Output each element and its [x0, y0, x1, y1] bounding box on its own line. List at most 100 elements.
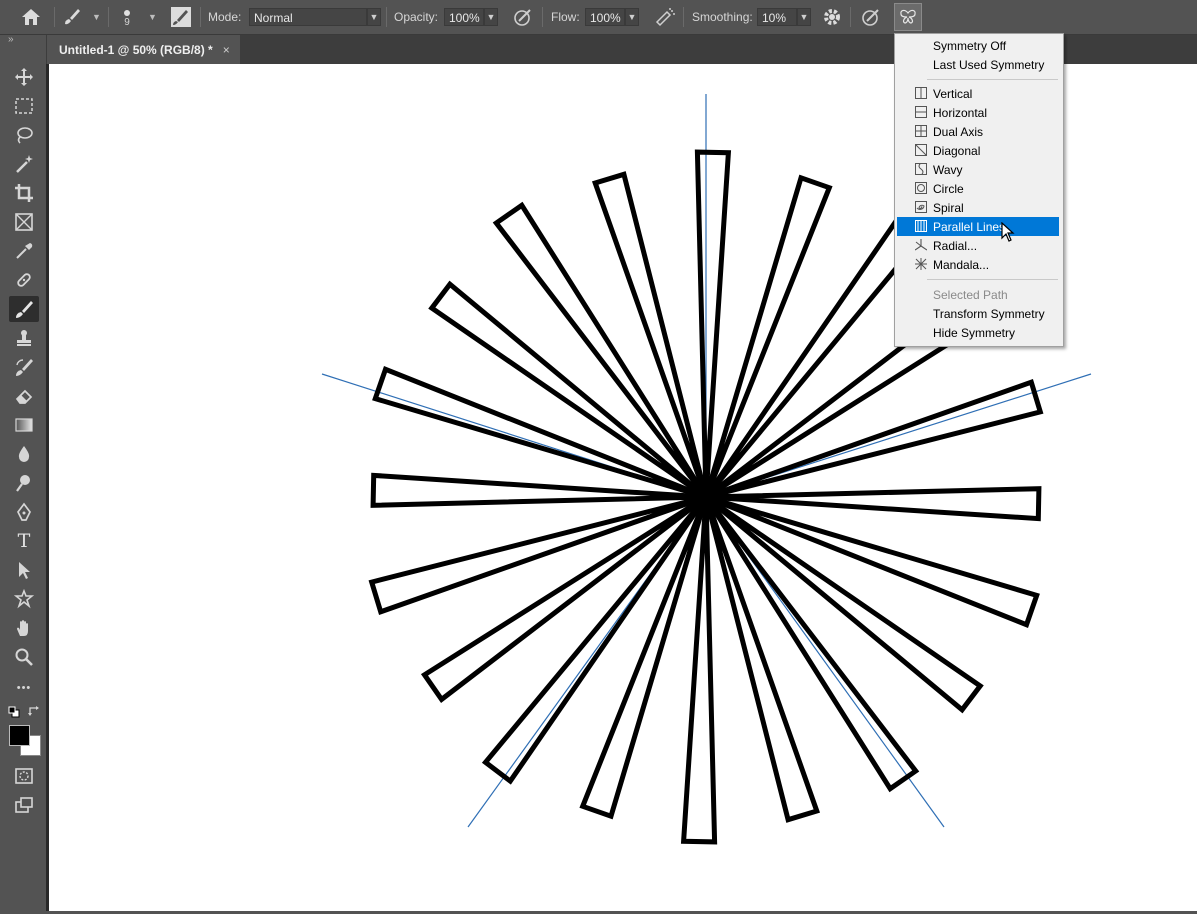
- menu-item-label: Dual Axis: [933, 124, 984, 139]
- menu-item-label: Horizontal: [933, 105, 988, 120]
- frame-icon[interactable]: [9, 209, 39, 235]
- eyedropper-icon[interactable]: [9, 238, 39, 264]
- brush-size-chevron-icon[interactable]: ▼: [148, 0, 157, 34]
- menu-item-label: Circle: [933, 181, 964, 196]
- menu-item-label: Wavy: [933, 162, 963, 177]
- vertical-symmetry-icon: [915, 87, 927, 99]
- menu-item-last-used-symmetry[interactable]: Last Used Symmetry: [897, 55, 1059, 74]
- menu-item-symmetry-off[interactable]: Symmetry Off: [897, 36, 1059, 55]
- menu-item-radial[interactable]: Radial...: [897, 236, 1059, 255]
- menu-item-label: Hide Symmetry: [933, 325, 1016, 340]
- mouse-cursor-icon: [1001, 222, 1015, 242]
- mode-select[interactable]: Normal: [249, 8, 367, 26]
- brush-preset-icon[interactable]: [62, 0, 82, 34]
- menu-item-parallel-lines[interactable]: Parallel Lines: [897, 217, 1059, 236]
- menu-item-hide-symmetry[interactable]: Hide Symmetry: [897, 323, 1059, 342]
- gradient-icon[interactable]: [9, 412, 39, 438]
- opacity-label: Opacity:: [394, 10, 439, 24]
- options-bar: ▼ 9 ▼ Mode: Normal ▼ Opacity: 100% ▼ Flo…: [0, 0, 1197, 35]
- healing-brush-icon[interactable]: [9, 267, 39, 293]
- menu-item-label: Symmetry Off: [933, 38, 1007, 53]
- opacity-field[interactable]: 100%: [444, 8, 484, 26]
- path-selection-icon[interactable]: [9, 557, 39, 583]
- radial-icon: [915, 239, 927, 251]
- lasso-icon[interactable]: [9, 122, 39, 148]
- default-colors-icon[interactable]: [8, 706, 20, 721]
- flow-label: Flow:: [551, 10, 580, 24]
- airbrush-icon[interactable]: [653, 0, 677, 34]
- butterfly-icon: [900, 9, 916, 24]
- document-tab-title: Untitled-1 @ 50% (RGB/8) *: [59, 42, 213, 57]
- mode-chevron-icon[interactable]: ▼: [367, 8, 381, 26]
- document-tab[interactable]: Untitled-1 @ 50% (RGB/8) * ×: [47, 35, 240, 64]
- panel-expand-icon[interactable]: »: [8, 34, 14, 45]
- menu-item-dual-axis[interactable]: Dual Axis: [897, 122, 1059, 141]
- menu-item-label: Mandala...: [933, 257, 990, 272]
- pressure-size-icon[interactable]: [860, 0, 882, 34]
- blur-icon[interactable]: [9, 441, 39, 467]
- shape-icon[interactable]: [9, 586, 39, 612]
- menu-item-transform-symmetry[interactable]: Transform Symmetry: [897, 304, 1059, 323]
- menu-item-wavy[interactable]: Wavy: [897, 160, 1059, 179]
- marquee-icon[interactable]: [9, 93, 39, 119]
- brush-icon[interactable]: [9, 296, 39, 322]
- home-icon[interactable]: [20, 0, 42, 34]
- swap-colors-icon[interactable]: [28, 705, 42, 720]
- opacity-chevron-icon[interactable]: ▼: [484, 8, 498, 26]
- menu-item-label: Selected Path: [933, 287, 1008, 302]
- brush-tip-icon: [124, 10, 130, 16]
- more-tools-icon[interactable]: •••: [9, 675, 39, 701]
- move-icon[interactable]: [9, 64, 39, 90]
- horizontal-symmetry-icon: [915, 106, 927, 118]
- smoothing-field[interactable]: 10%: [757, 8, 797, 26]
- eraser-icon[interactable]: [9, 383, 39, 409]
- brush-size-picker[interactable]: 9: [124, 0, 130, 34]
- menu-item-vertical[interactable]: Vertical: [897, 84, 1059, 103]
- menu-item-mandala[interactable]: Mandala...: [897, 255, 1059, 274]
- menu-item-label: Parallel Lines: [933, 219, 1006, 234]
- brush-size-value: 9: [124, 17, 130, 28]
- smoothing-label: Smoothing:: [692, 10, 753, 24]
- mandala-icon: [915, 258, 927, 270]
- type-tool[interactable]: T: [9, 528, 39, 554]
- menu-item-label: Radial...: [933, 238, 978, 253]
- menu-item-diagonal[interactable]: Diagonal: [897, 141, 1059, 160]
- foreground-color-swatch[interactable]: [9, 725, 30, 746]
- brush-settings-panel-icon[interactable]: [170, 0, 192, 34]
- quick-mask-icon[interactable]: [9, 763, 39, 789]
- menu-item-label: Transform Symmetry: [933, 306, 1045, 321]
- close-tab-icon[interactable]: ×: [223, 43, 230, 57]
- pressure-opacity-icon[interactable]: [512, 0, 534, 34]
- spiral-icon: [915, 201, 927, 213]
- menu-divider: [927, 279, 1058, 280]
- clone-stamp-icon[interactable]: [9, 325, 39, 351]
- menu-item-spiral[interactable]: Spiral: [897, 198, 1059, 217]
- brush-preset-chevron-icon[interactable]: ▼: [92, 0, 101, 34]
- hand-icon[interactable]: [9, 615, 39, 641]
- circle-icon: [915, 182, 927, 194]
- flow-field[interactable]: 100%: [585, 8, 625, 26]
- menu-item-horizontal[interactable]: Horizontal: [897, 103, 1059, 122]
- tools-panel: » T •••: [0, 34, 47, 911]
- pen-icon[interactable]: [9, 499, 39, 525]
- screen-mode-icon[interactable]: [9, 792, 39, 818]
- flow-chevron-icon[interactable]: ▼: [625, 8, 639, 26]
- wavy-icon: [915, 163, 927, 175]
- gear-icon[interactable]: [822, 0, 842, 34]
- dodge-icon[interactable]: [9, 470, 39, 496]
- mode-label: Mode:: [208, 10, 242, 24]
- menu-item-label: Last Used Symmetry: [933, 57, 1045, 72]
- type-icon: T: [17, 530, 31, 552]
- parallel-lines-icon: [915, 220, 927, 232]
- menu-item-label: Diagonal: [933, 143, 981, 158]
- smoothing-chevron-icon[interactable]: ▼: [797, 8, 811, 26]
- dual-axis-icon: [915, 125, 927, 137]
- menu-item-circle[interactable]: Circle: [897, 179, 1059, 198]
- symmetry-butterfly-button[interactable]: [894, 3, 922, 31]
- diagonal-icon: [915, 144, 927, 156]
- menu-item-label: Spiral: [933, 200, 964, 215]
- crop-icon[interactable]: [9, 180, 39, 206]
- history-brush-icon[interactable]: [9, 354, 39, 380]
- zoom-icon[interactable]: [9, 644, 39, 670]
- magic-wand-icon[interactable]: [9, 151, 39, 177]
